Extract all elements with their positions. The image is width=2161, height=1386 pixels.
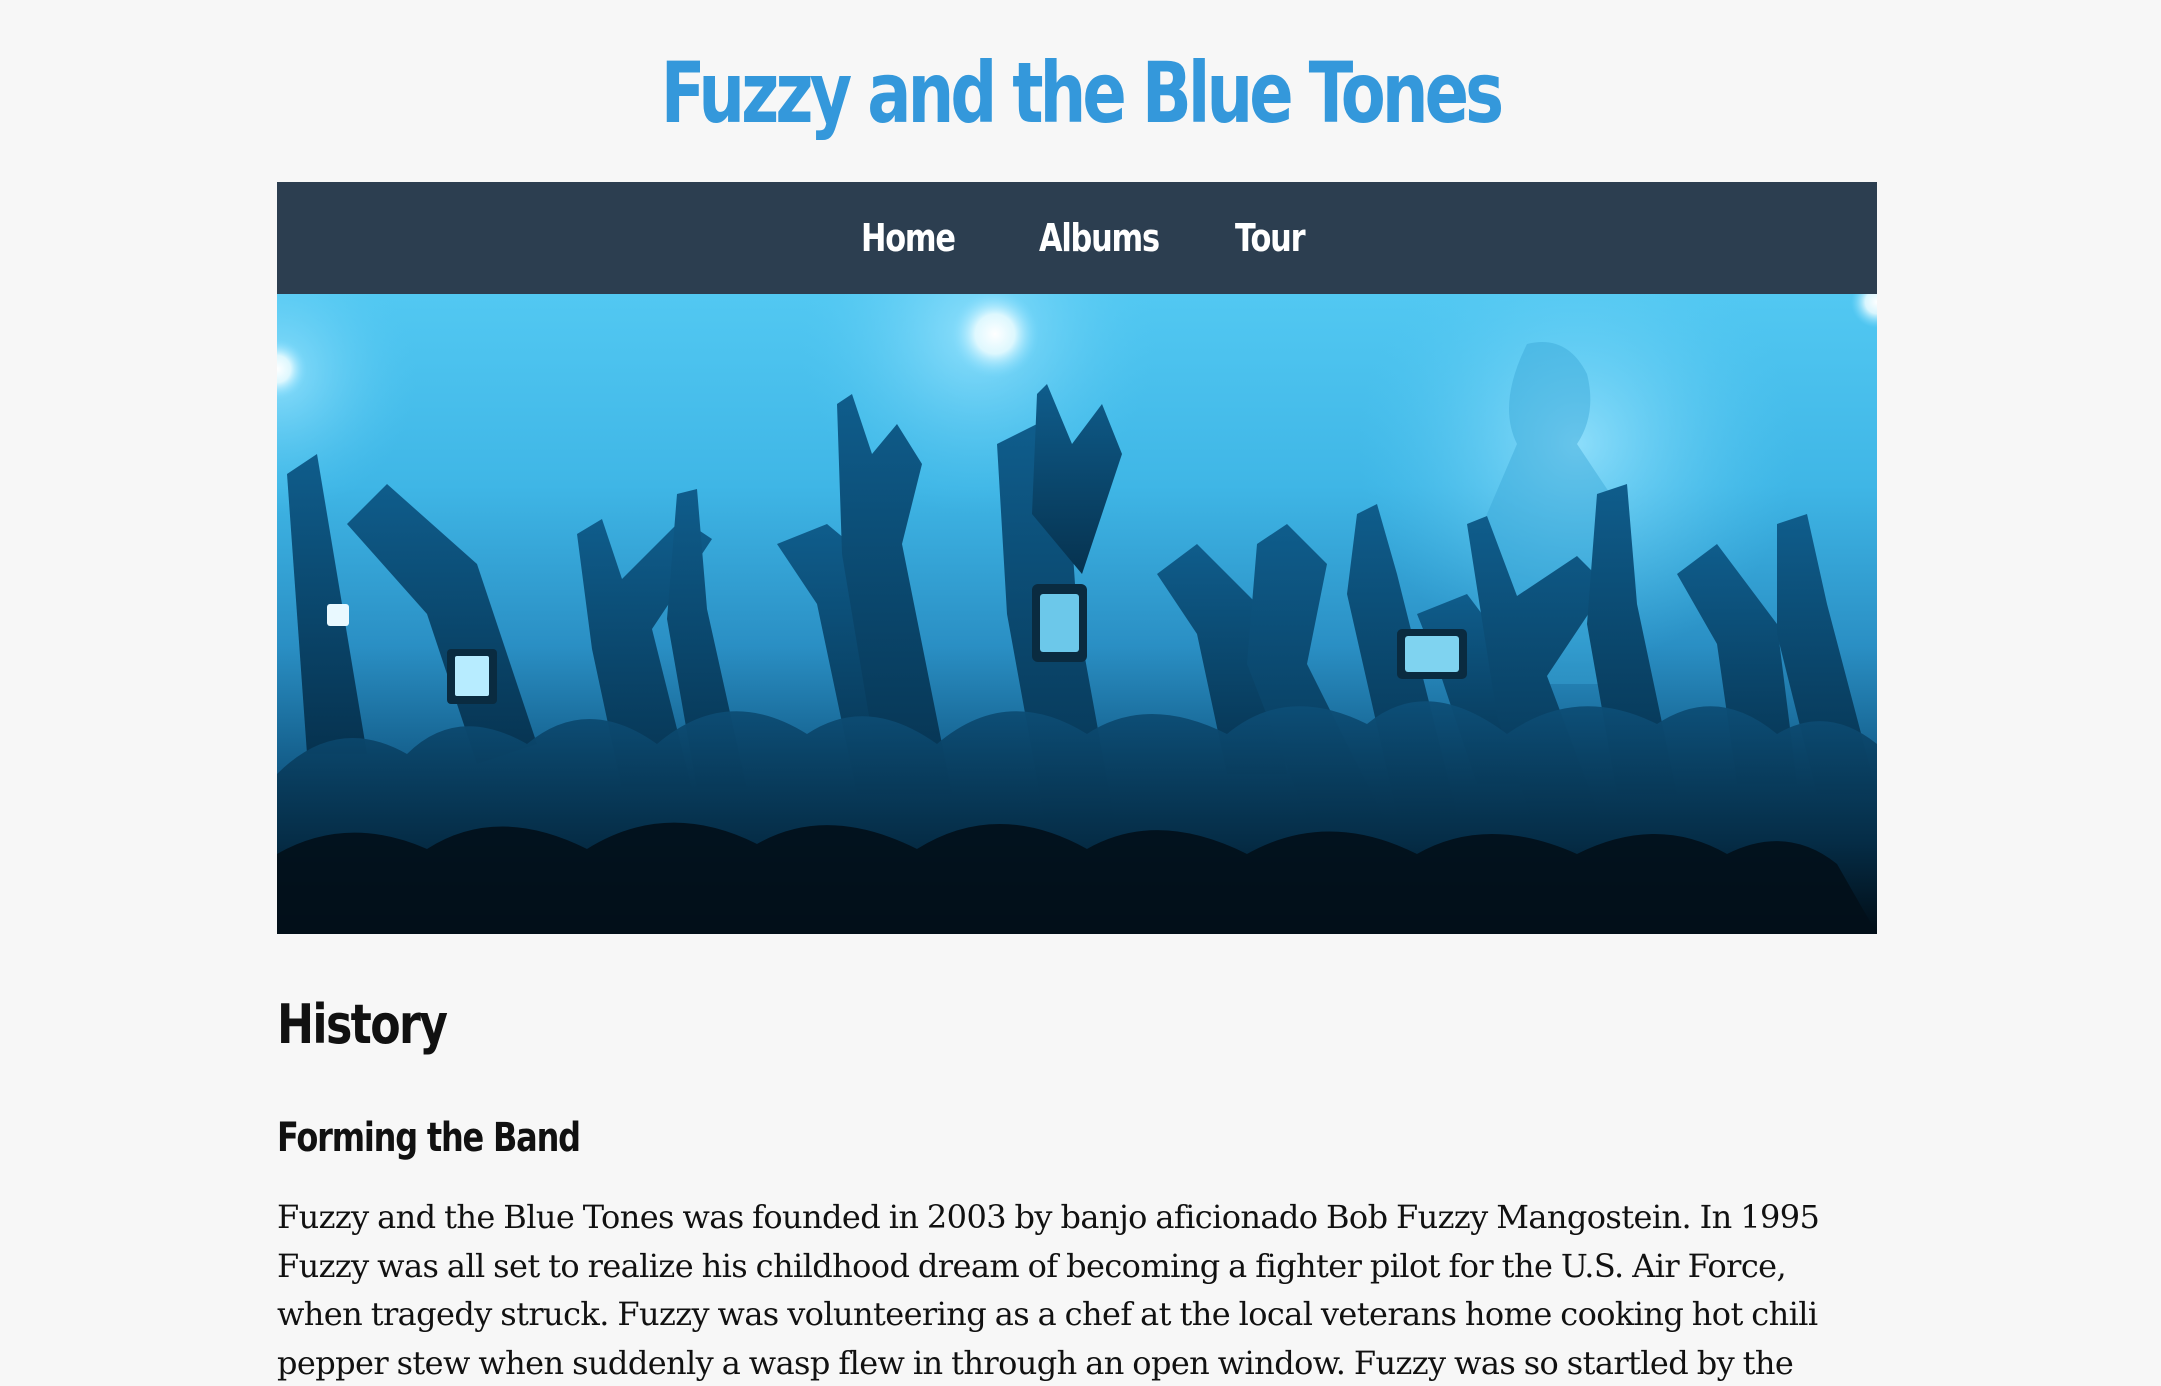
nav-item-tour[interactable]: Tour bbox=[1235, 182, 1306, 294]
section-heading-history: History bbox=[277, 993, 448, 1056]
hero-concert-image bbox=[277, 294, 1877, 934]
nav-item-albums[interactable]: Albums bbox=[1039, 182, 1160, 294]
subheading-forming-the-band: Forming the Band bbox=[277, 1115, 581, 1161]
history-paragraph: Fuzzy and the Blue Tones was founded in … bbox=[277, 1198, 1820, 1382]
main-nav: Home Albums Tour bbox=[277, 182, 1877, 294]
concert-crowd-image bbox=[277, 294, 1877, 934]
nav-item-home[interactable]: Home bbox=[861, 182, 956, 294]
site-title[interactable]: Fuzzy and the Blue Tones bbox=[238, 38, 1924, 148]
page: Fuzzy and the Blue Tones Home Albums Tou… bbox=[0, 0, 2161, 1386]
